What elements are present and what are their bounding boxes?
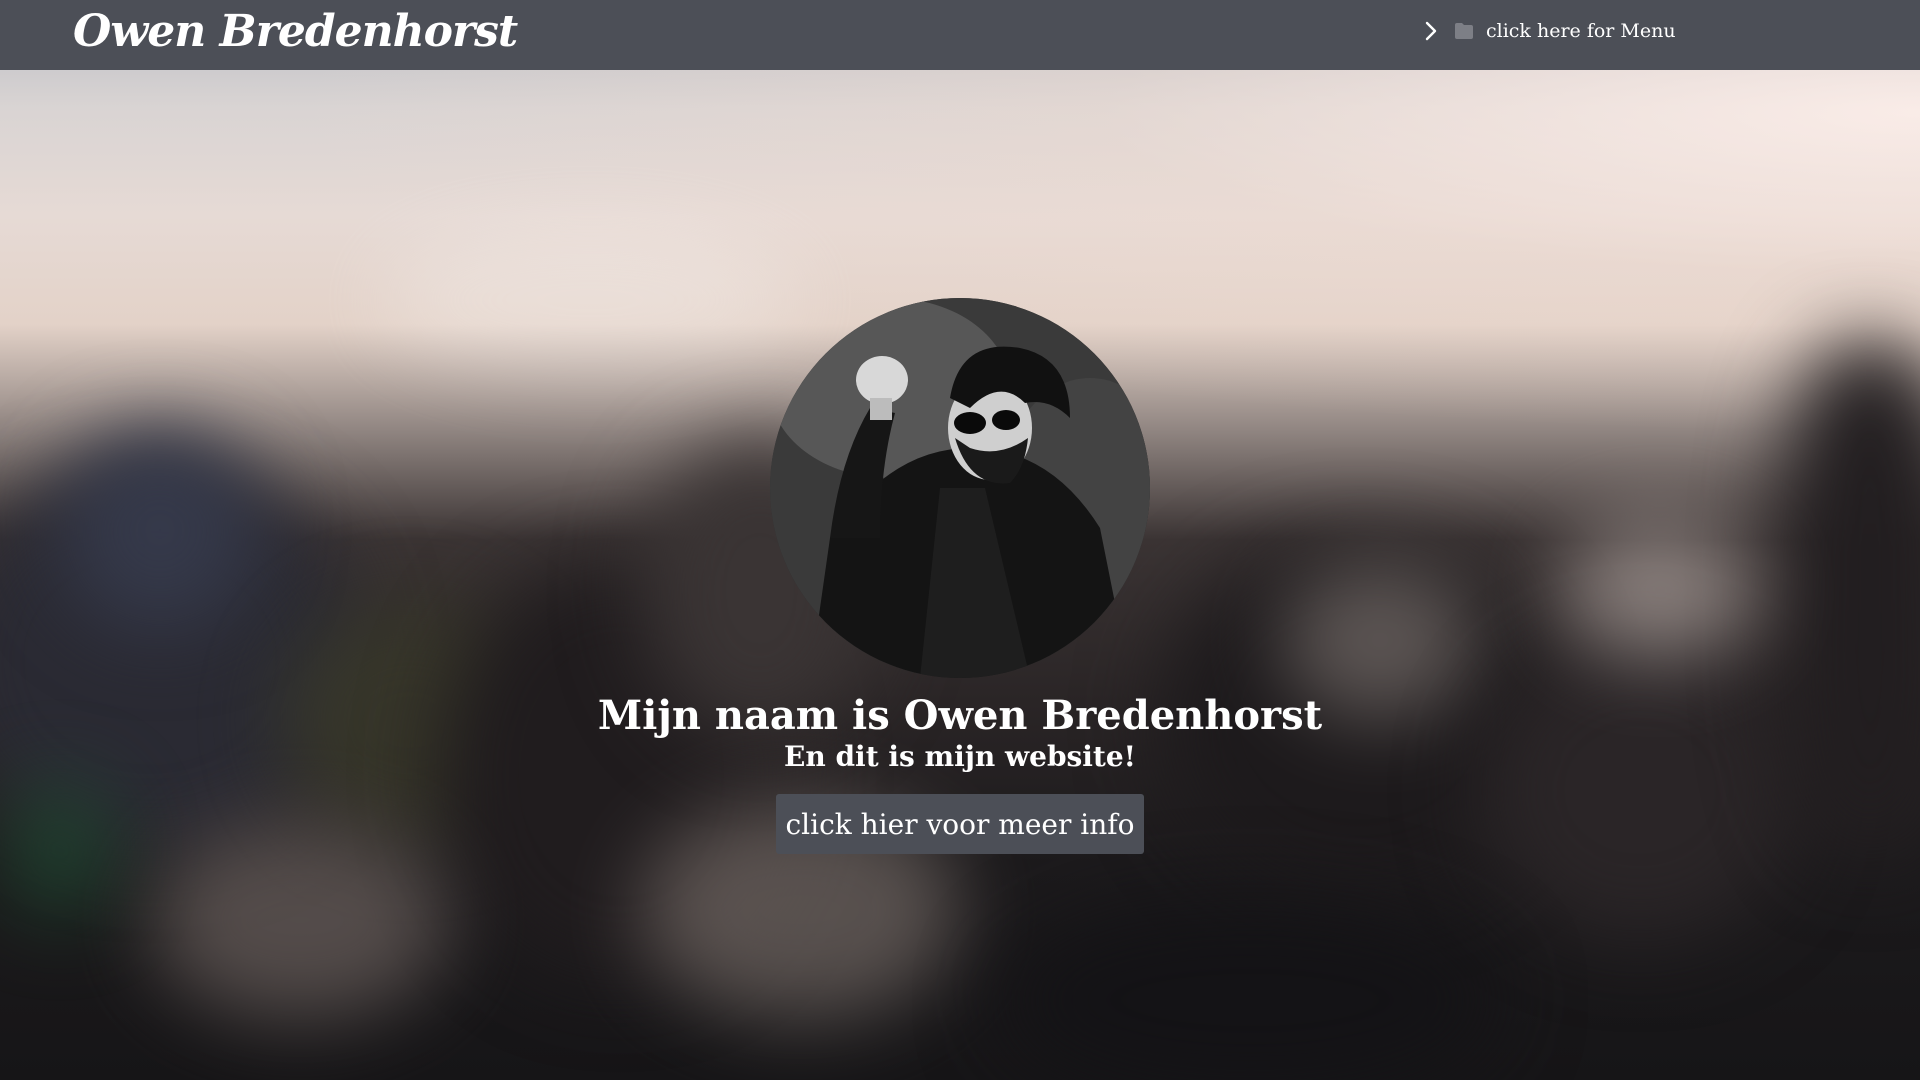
more-info-button[interactable]: click hier voor meer info [776,794,1144,854]
hero-section: Mijn naam is Owen Bredenhorst En dit is … [0,298,1920,854]
site-brand-title[interactable]: Owen Bredenhorst [73,6,518,57]
profile-avatar [770,298,1150,678]
hero-headline: Mijn naam is Owen Bredenhorst [597,692,1323,739]
profile-photo-illustration [770,298,1150,678]
menu-toggle-link[interactable]: click here for Menu [1420,16,1676,46]
top-navigation-bar: Owen Bredenhorst click here for Menu [0,0,1920,70]
hero-subline: En dit is mijn website! [784,740,1136,773]
menu-link-label: click here for Menu [1486,20,1676,42]
chevron-right-icon [1420,20,1442,42]
folder-icon [1454,22,1474,40]
